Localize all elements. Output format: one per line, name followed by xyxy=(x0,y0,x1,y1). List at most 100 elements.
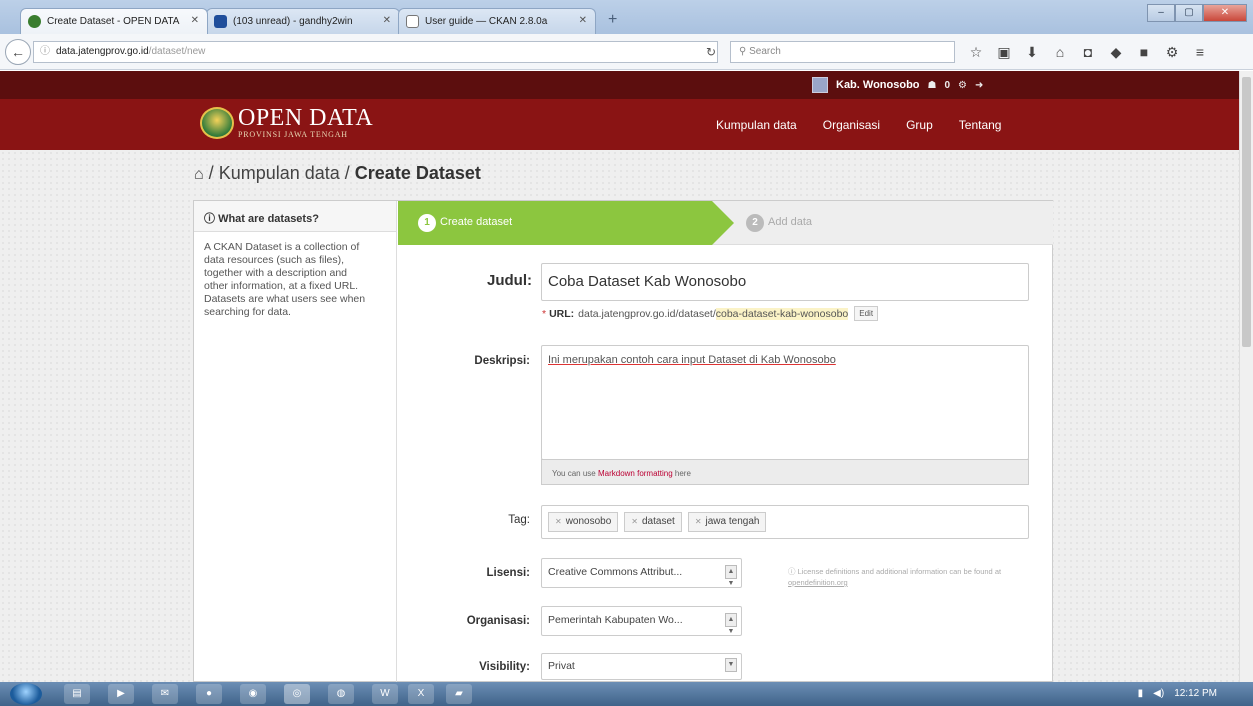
remove-tag-icon[interactable]: ✕ xyxy=(555,517,562,526)
pocket-icon[interactable]: ◘ xyxy=(1074,44,1102,61)
document-icon xyxy=(406,15,419,28)
nav-grup[interactable]: Grup xyxy=(906,118,933,132)
description-textarea[interactable]: Ini merupakan contoh cara input Dataset … xyxy=(541,345,1029,460)
browser-tab-user-guide[interactable]: User guide — CKAN 2.8.0a ✕ xyxy=(398,8,596,34)
stage-label: Add data xyxy=(768,216,813,228)
browser-icon[interactable]: ◍ xyxy=(328,684,354,704)
browser-search-input[interactable]: ⚲ Search xyxy=(730,41,955,63)
media-player-icon[interactable]: ▶ xyxy=(108,684,134,704)
stage-label: Create dataset xyxy=(440,216,513,228)
tab-label: (103 unread) - gandhy2win xyxy=(233,16,353,27)
description-label: Deskripsi: xyxy=(474,355,530,367)
masthead: OPEN DATA PROVINSI JAWA TENGAH Kumpulan … xyxy=(0,99,1239,150)
main-navigation: Kumpulan data Organisasi Grup Tentang xyxy=(716,118,1001,132)
start-button-icon[interactable] xyxy=(10,683,42,705)
visibility-select[interactable]: Privat ▼ xyxy=(541,653,742,680)
tab-label: Create Dataset - OPEN DATA xyxy=(47,16,180,27)
menu-icon[interactable]: ≡ xyxy=(1186,44,1214,61)
mail-icon xyxy=(214,15,227,28)
outlook-icon[interactable]: ✉ xyxy=(152,684,178,704)
excel-icon[interactable]: X xyxy=(408,684,434,704)
remove-tag-icon[interactable]: ✕ xyxy=(695,517,702,526)
windows-taskbar xyxy=(0,682,1253,706)
app-icon[interactable]: ● xyxy=(196,684,222,704)
folder-icon[interactable]: ▰ xyxy=(446,684,472,704)
license-select[interactable]: Creative Commons Attribut... ▲ ▼ xyxy=(541,558,742,588)
close-tab-icon[interactable]: ✕ xyxy=(383,15,391,26)
reading-list-icon[interactable]: ▣ xyxy=(990,44,1018,61)
network-icon[interactable]: ▮ xyxy=(1138,688,1144,699)
title-input[interactable]: Coba Dataset Kab Wonosobo xyxy=(541,263,1029,301)
word-icon[interactable]: W xyxy=(372,684,398,704)
downloads-icon[interactable]: ⬇ xyxy=(1018,44,1046,61)
chrome-icon[interactable]: ◉ xyxy=(240,684,266,704)
close-tab-icon[interactable]: ✕ xyxy=(191,15,199,26)
extension-square-icon[interactable]: ■ xyxy=(1130,44,1158,61)
close-window-icon[interactable]: ✕ xyxy=(1203,4,1247,22)
url-prefix: data.jatengprov.go.id/dataset/ xyxy=(578,307,716,320)
site-info-icon[interactable]: ⓘ xyxy=(40,42,50,62)
license-note-prefix: License definitions and additional infor… xyxy=(797,567,1002,576)
address-bar[interactable]: ⓘ data.jatengprov.go.id/dataset/new xyxy=(33,41,718,63)
bookmark-star-icon[interactable]: ☆ xyxy=(962,44,990,61)
info-sidebar: ⓘ What are datasets? A CKAN Dataset is a… xyxy=(194,201,397,683)
page-scrollbar[interactable] xyxy=(1239,71,1253,682)
tag-input[interactable]: ✕ wonosobo ✕ dataset ✕ jawa tengah xyxy=(541,505,1029,539)
activity-count[interactable]: 0 xyxy=(944,80,950,91)
markdown-link[interactable]: Markdown formatting xyxy=(598,469,673,478)
firefox-icon[interactable]: ◎ xyxy=(284,684,310,704)
window-controls: – ▢ ✕ xyxy=(1147,4,1247,22)
tag-chip[interactable]: ✕ jawa tengah xyxy=(687,512,767,532)
nav-tentang[interactable]: Tentang xyxy=(959,118,1002,132)
close-tab-icon[interactable]: ✕ xyxy=(579,15,587,26)
scrollbar-thumb[interactable] xyxy=(1242,77,1251,347)
markdown-hint-prefix: You can use xyxy=(552,469,598,478)
system-tray: ▮ ◀) 12:12 PM xyxy=(1138,688,1217,699)
home-icon[interactable]: ⌂ xyxy=(194,166,204,184)
extension-icon[interactable]: ◆ xyxy=(1102,44,1130,61)
back-arrow-icon[interactable]: ← xyxy=(5,39,31,65)
browser-tab-create-dataset[interactable]: Create Dataset - OPEN DATA ✕ xyxy=(20,8,208,34)
dashboard-icon[interactable]: ☗ xyxy=(928,80,937,91)
edit-url-button[interactable]: Edit xyxy=(854,306,879,321)
avatar[interactable] xyxy=(812,77,828,93)
nav-kumpulan-data[interactable]: Kumpulan data xyxy=(716,118,797,132)
volume-icon[interactable]: ◀) xyxy=(1153,688,1164,699)
gear-icon[interactable]: ⚙ xyxy=(958,80,967,91)
tag-chip[interactable]: ✕ dataset xyxy=(624,512,682,532)
info-circle-icon: ⓘ xyxy=(788,567,798,576)
stage-number: 2 xyxy=(746,214,764,232)
chevron-down-icon: ▲ ▼ xyxy=(725,565,737,587)
search-placeholder: Search xyxy=(749,46,781,57)
license-label: Lisensi: xyxy=(486,567,530,579)
explorer-icon[interactable]: ▤ xyxy=(64,684,90,704)
markdown-hint-suffix: here xyxy=(672,469,691,478)
settings-icon[interactable]: ⚙ xyxy=(1158,44,1186,61)
tag-text: wonosobo xyxy=(565,516,612,527)
organization-label: Organisasi: xyxy=(466,615,530,627)
stage-progress: 1 Create dataset 2 Add data xyxy=(398,201,1053,245)
reload-icon[interactable]: ↻ xyxy=(698,41,724,63)
tag-text: dataset xyxy=(642,516,675,527)
clock[interactable]: 12:12 PM xyxy=(1174,688,1217,699)
stage-number: 1 xyxy=(418,214,436,232)
browser-toolbar-icons: ☆ ▣ ⬇ ⌂ ◘ ◆ ■ ⚙ ≡ xyxy=(962,44,1214,61)
nav-organisasi[interactable]: Organisasi xyxy=(823,118,880,132)
organization-select[interactable]: Pemerintah Kabupaten Wo... ▲ ▼ xyxy=(541,606,742,636)
new-tab-icon[interactable]: + xyxy=(608,11,617,29)
visibility-label: Visibility: xyxy=(479,661,530,673)
remove-tag-icon[interactable]: ✕ xyxy=(631,517,638,526)
site-logo[interactable]: OPEN DATA PROVINSI JAWA TENGAH xyxy=(200,106,373,139)
minimize-icon[interactable]: – xyxy=(1147,4,1175,22)
opendefinition-link[interactable]: opendefinition.org xyxy=(788,578,848,587)
user-name[interactable]: Kab. Wonosobo xyxy=(836,79,920,91)
logout-icon[interactable]: ➜ xyxy=(975,80,983,91)
home-icon[interactable]: ⌂ xyxy=(1046,44,1074,61)
url-slug: coba-dataset-kab-wonosobo xyxy=(715,307,849,320)
tag-chip[interactable]: ✕ wonosobo xyxy=(548,512,619,532)
stage-create-dataset: 1 Create dataset xyxy=(398,201,734,245)
maximize-icon[interactable]: ▢ xyxy=(1175,4,1203,22)
breadcrumb-parent[interactable]: Kumpulan data xyxy=(219,163,340,183)
tag-label: Tag: xyxy=(508,514,530,526)
browser-tab-mail[interactable]: (103 unread) - gandhy2win ✕ xyxy=(206,8,400,34)
